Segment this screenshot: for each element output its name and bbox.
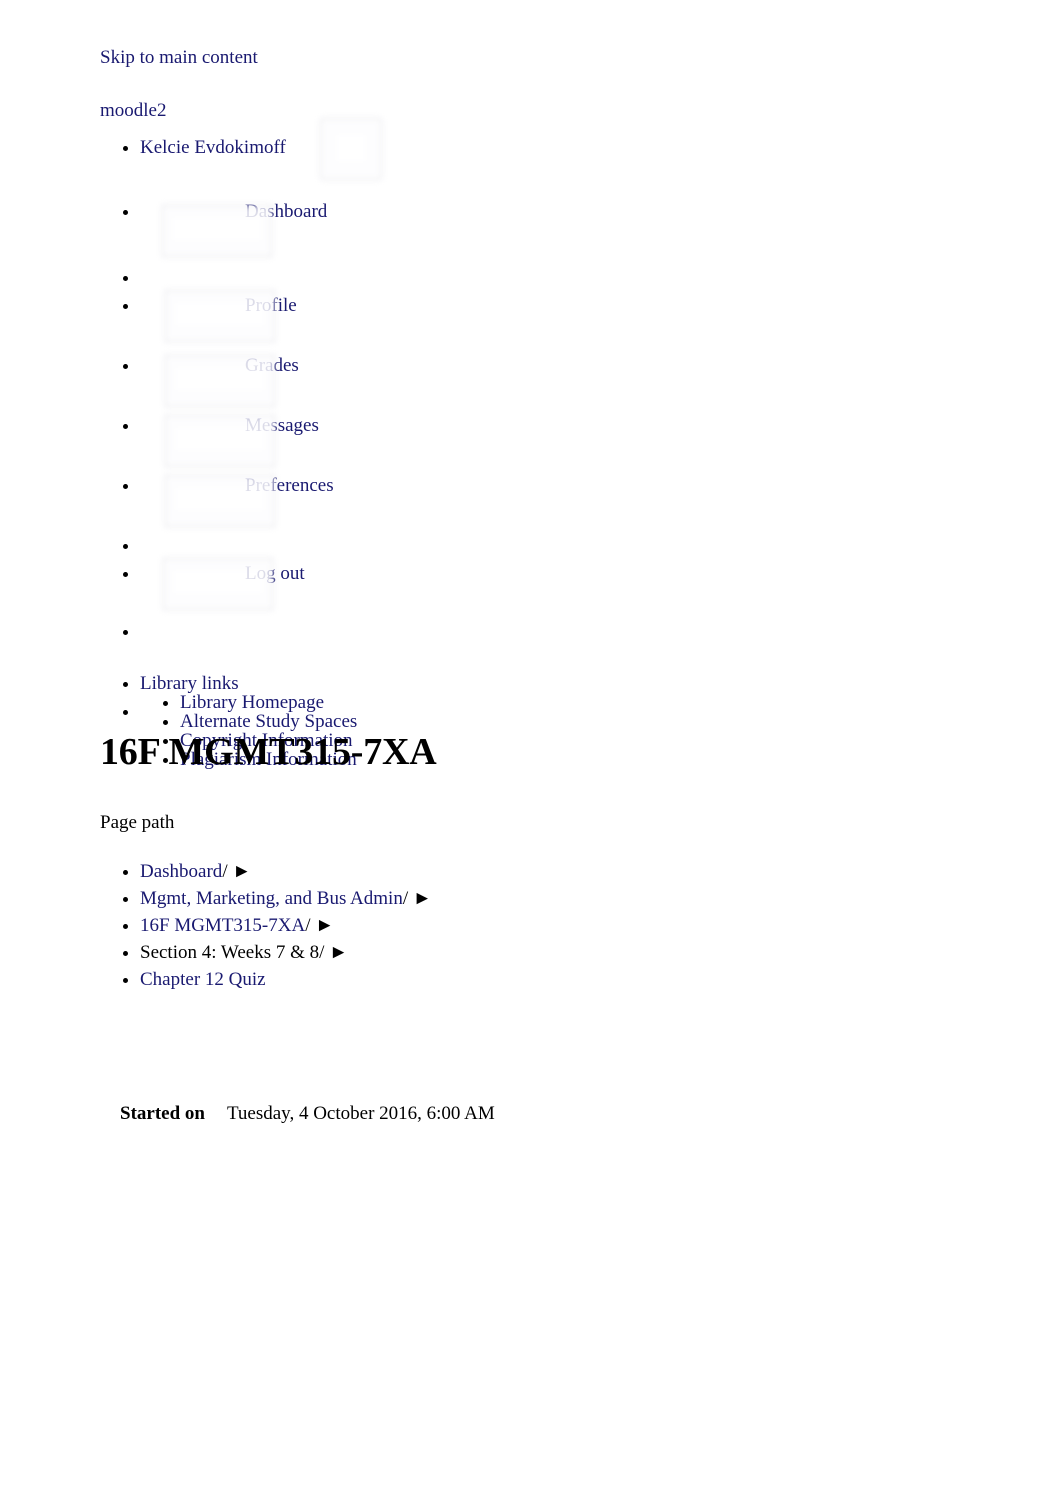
chevron-right-icon: ► [315, 915, 335, 936]
breadcrumb-link-department[interactable]: Mgmt, Marketing, and Bus Admin [140, 888, 403, 909]
site-name-link-wrap: moodle2 [100, 100, 1062, 122]
chevron-right-icon: ► [412, 888, 432, 909]
menu-divider-2 [140, 536, 1062, 564]
list-item-user: Kelcie Evdokimoff [140, 118, 1062, 202]
messages-icon [165, 415, 275, 467]
list-item-profile[interactable]: Profile [140, 290, 1062, 356]
breadcrumb-separator: / [402, 888, 409, 909]
breadcrumb-separator: / [305, 915, 311, 936]
chevron-right-icon: ► [232, 861, 252, 882]
dashboard-icon [162, 205, 272, 257]
breadcrumb-item-course[interactable]: 16F MGMT315-7XA/ ► [140, 912, 1062, 939]
list-item-preferences[interactable]: Preferences [140, 475, 1062, 536]
user-navigation-list: Kelcie Evdokimoff Dashboard Profile Grad… [0, 118, 1062, 769]
profile-icon [165, 290, 275, 342]
breadcrumb-item-dashboard[interactable]: Dashboard/ ► [140, 858, 1062, 885]
page-title: 16F MGMT315-7XA [100, 731, 437, 773]
menu-divider-3 [140, 622, 1062, 674]
breadcrumb-separator: / [319, 942, 325, 963]
breadcrumb-item-activity[interactable]: Chapter 12 Quiz [140, 966, 1062, 993]
page-root: Skip to main content moodle2 Kelcie Evdo… [0, 0, 1062, 1125]
nav-link-library-links[interactable]: Library links [140, 673, 239, 694]
breadcrumb-separator: / [222, 861, 228, 882]
breadcrumb-link-dashboard[interactable]: Dashboard [140, 861, 222, 882]
list-item-dashboard[interactable]: Dashboard [140, 202, 1062, 268]
list-item-logout[interactable]: Log out [140, 558, 1062, 622]
breadcrumb-item-section: Section 4: Weeks 7 & 8/ ► [140, 939, 1062, 966]
list-item-messages[interactable]: Messages [140, 415, 1062, 476]
started-on-label: Started on [120, 1103, 205, 1124]
grades-icon [165, 355, 275, 407]
site-name-link[interactable]: moodle2 [100, 100, 167, 121]
logout-icon [163, 558, 273, 610]
skip-to-main-content-link[interactable]: Skip to main content [100, 47, 258, 68]
breadcrumb: Dashboard/ ► Mgmt, Marketing, and Bus Ad… [0, 858, 1062, 993]
breadcrumb-text-section: Section 4: Weeks 7 & 8 [140, 942, 320, 963]
nav-link-alternate-study-spaces[interactable]: Alternate Study Spaces [180, 711, 357, 732]
breadcrumb-link-activity[interactable]: Chapter 12 Quiz [140, 969, 266, 990]
breadcrumb-link-course[interactable]: 16F MGMT315-7XA [140, 915, 305, 936]
chevron-right-icon: ► [329, 942, 348, 963]
nav-link-library-homepage[interactable]: Library Homepage [180, 692, 324, 713]
breadcrumb-item-department[interactable]: Mgmt, Marketing, and Bus Admin/ ► [140, 885, 1062, 912]
user-name-link[interactable]: Kelcie Evdokimoff [140, 137, 286, 158]
skip-to-main-content-link-wrap: Skip to main content [100, 48, 1062, 67]
started-on-value: Tuesday, 4 October 2016, 6:00 AM [226, 1103, 495, 1124]
list-item-grades[interactable]: Grades [140, 355, 1062, 416]
quiz-attempt-summary: Started on Tuesday, 4 October 2016, 6:00 … [120, 1103, 1062, 1125]
list-item-library-links[interactable]: Library links Library Homepage Alternate… [140, 673, 1062, 769]
page-path-label: Page path [100, 812, 175, 833]
preferences-icon [165, 475, 275, 527]
menu-divider-1 [140, 268, 1062, 296]
user-menu-toggle[interactable]: Kelcie Evdokimoff [140, 137, 286, 158]
avatar-image-placeholder-icon [320, 118, 382, 180]
